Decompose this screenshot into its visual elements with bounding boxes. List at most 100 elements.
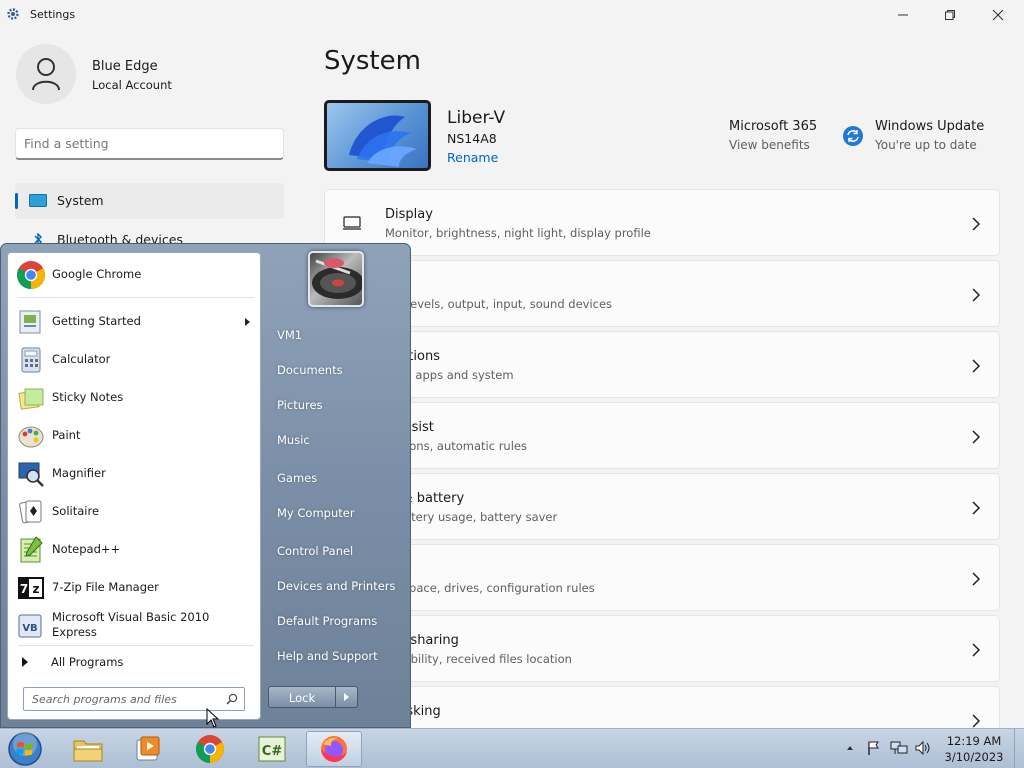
card-storage[interactable]: age ge space, drives, configuration rule… [324,544,1000,611]
windows-bloom-icon [349,115,417,167]
settings-search-input[interactable]: Find a setting [15,128,284,160]
profile-account-type: Local Account [92,78,172,92]
device-model: NS14A8 [447,131,497,146]
chevron-right-icon [972,430,981,444]
program-label: Getting Started [52,314,141,328]
windows-orb-icon [8,732,42,766]
start-link-games[interactable]: Games [277,471,317,485]
csharp-icon: C# [258,736,286,762]
firefox-icon [321,736,347,762]
device-wallpaper-thumbnail [324,100,431,171]
avatar[interactable] [16,44,76,104]
program-solitaire[interactable]: Solitaire [12,494,258,530]
maximize-button[interactable] [927,0,973,30]
start-link-control-panel[interactable]: Control Panel [277,544,353,558]
start-button[interactable] [6,731,44,767]
program-calculator[interactable]: Calculator [12,342,258,378]
card-nearby-sharing[interactable]: rby sharing verability, received files l… [324,615,1000,682]
title-bar[interactable]: Settings [0,0,1024,30]
card-notifications[interactable]: fications from apps and system [324,331,1000,398]
7zip-icon: 7z [18,577,44,599]
divider [18,297,254,298]
program-paint[interactable]: Paint [12,418,258,454]
card-sound[interactable]: nd me levels, output, input, sound devic… [324,260,1000,327]
start-search-placeholder: Search programs and files [32,693,177,706]
solitaire-icon [19,500,42,524]
selection-indicator [15,193,18,209]
show-desktop-button[interactable] [1014,729,1024,768]
card-display[interactable]: Display Monitor, brightness, night light… [324,189,1000,256]
chevron-right-icon [972,359,981,373]
program-label: Sticky Notes [52,390,124,404]
card-focus-assist[interactable]: s Assist ications, automatic rules [324,402,1000,469]
taskbar-media-player[interactable] [120,731,176,767]
getting-started-icon [19,310,41,334]
close-icon [992,9,1004,21]
clock-date[interactable]: 3/10/2023 [940,750,1008,764]
start-link-default-programs[interactable]: Default Programs [277,614,377,628]
clock-time[interactable]: 12:19 AM [940,734,1008,748]
windows-update-status: You're up to date [875,138,977,152]
minimize-button[interactable] [880,0,926,30]
start-link-vm1[interactable]: VM1 [277,328,302,342]
start-link-music[interactable]: Music [277,433,310,447]
pinned-item-google-chrome[interactable]: Google Chrome [12,257,258,293]
search-icon[interactable] [226,693,238,705]
chevron-right-icon [972,288,981,302]
volume-icon[interactable] [914,740,932,756]
sidebar-item-system[interactable]: System [15,183,284,219]
action-center-flag-icon[interactable] [866,740,882,756]
taskbar-firefox[interactable] [306,731,362,767]
start-link-help-support[interactable]: Help and Support [277,649,378,663]
start-menu: Google Chrome Getting Started Calculator… [0,243,411,728]
program-label: Calculator [52,352,111,366]
chrome-icon [196,735,224,763]
microsoft-365-title[interactable]: Microsoft 365 [729,119,817,134]
divider [18,645,254,646]
card-subtitle: ge space, drives, configuration rules [385,581,595,595]
sticky-notes-icon [18,388,44,410]
network-icon[interactable] [890,740,908,756]
user-picture[interactable] [308,251,364,307]
taskbar-csharp[interactable]: C# [244,731,300,767]
card-title: Display [385,207,433,222]
start-link-my-computer[interactable]: My Computer [277,506,355,520]
card-multitasking[interactable]: i-tasking [324,686,1000,728]
taskbar-chrome[interactable] [182,731,238,767]
start-link-documents[interactable]: Documents [277,363,343,377]
close-button[interactable] [975,0,1021,30]
program-7zip[interactable]: 7z 7-Zip File Manager [12,570,258,606]
calculator-icon [21,347,41,373]
start-link-pictures[interactable]: Pictures [277,398,323,412]
program-label-line2: Express [52,625,97,639]
restore-icon [945,10,955,20]
program-getting-started[interactable]: Getting Started [12,304,258,340]
start-link-devices-printers[interactable]: Devices and Printers [277,579,396,593]
program-magnifier[interactable]: Magnifier [12,456,258,492]
chevron-right-icon [972,572,981,586]
sidebar-item-label: System [57,193,104,208]
chevron-right-icon [972,217,981,231]
svg-text:VB: VB [22,623,37,634]
card-power-battery[interactable]: er & battery , battery usage, battery sa… [324,473,1000,540]
window-title: Settings [30,8,76,21]
rename-link[interactable]: Rename [447,150,498,165]
show-hidden-icons-button[interactable] [846,744,854,752]
program-visual-basic[interactable]: VB Microsoft Visual Basic 2010 Express [12,608,258,644]
expand-arrow-icon [22,657,28,667]
program-label: Paint [52,428,81,442]
submenu-arrow-icon [245,318,250,326]
user-picture-image [312,258,362,299]
file-explorer-icon [73,740,103,762]
program-sticky-notes[interactable]: Sticky Notes [12,380,258,416]
all-programs-button[interactable]: All Programs [18,651,254,675]
page-title: System [324,46,421,76]
windows-update-title[interactable]: Windows Update [875,119,984,134]
card-subtitle: verability, received files location [385,652,572,666]
program-notepadpp[interactable]: Notepad++ [12,532,258,568]
taskbar-file-explorer[interactable] [60,731,116,767]
lock-button[interactable]: Lock [268,686,358,708]
taskbar: C# 12:19 AM 3/10/2023 [0,728,1024,768]
chevron-right-icon [972,714,981,728]
power-options-arrow[interactable] [335,687,357,707]
